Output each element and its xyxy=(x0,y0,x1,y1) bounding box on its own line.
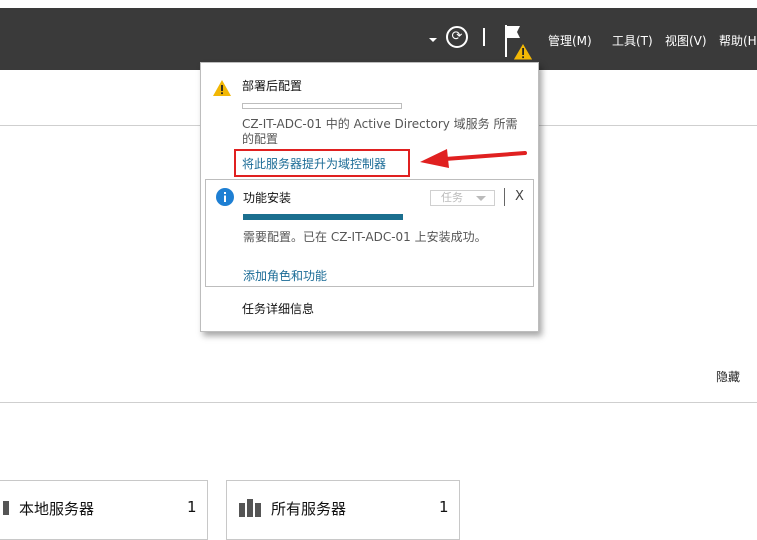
add-roles-link[interactable]: 添加角色和功能 xyxy=(243,267,327,284)
task-dropdown-label: 任务 xyxy=(441,191,463,204)
chevron-down-icon xyxy=(476,196,486,201)
dropdown-arrow-icon[interactable] xyxy=(429,38,437,42)
promote-dc-link[interactable]: 将此服务器提升为域控制器 xyxy=(242,155,386,172)
server-manager-header: ⟳ 管理(M) 工具(T) 视图(V) 帮助(H xyxy=(0,8,757,70)
card-count: 1 xyxy=(439,498,449,516)
refresh-icon[interactable]: ⟳ xyxy=(446,26,468,48)
menu-tools[interactable]: 工具(T) xyxy=(612,32,653,49)
progress-fill xyxy=(243,214,403,220)
all-servers-card[interactable]: 所有服务器 1 xyxy=(226,480,460,540)
card-title: 本地服务器 xyxy=(19,500,95,518)
toolbar-separator xyxy=(483,28,485,46)
post-deploy-title: 部署后配置 xyxy=(242,79,303,93)
close-icon[interactable]: X xyxy=(515,189,524,204)
menu-help[interactable]: 帮助(H xyxy=(719,32,757,49)
servers-icon xyxy=(239,499,261,517)
feature-install-task: 功能安装 任务 X 需要配置。已在 CZ-IT-ADC-01 上安装成功。 添加… xyxy=(205,179,534,287)
feature-install-message: 需要配置。已在 CZ-IT-ADC-01 上安装成功。 xyxy=(243,230,487,244)
server-icon xyxy=(3,501,9,515)
feature-install-title: 功能安装 xyxy=(243,191,292,205)
notification-flag-icon[interactable] xyxy=(502,23,536,63)
annotation-arrow xyxy=(420,149,527,168)
warning-icon xyxy=(213,80,231,96)
feature-install-progress xyxy=(243,214,403,220)
separator xyxy=(504,188,505,206)
notifications-panel: 部署后配置 CZ-IT-ADC-01 中的 Active Directory 域… xyxy=(200,62,539,332)
info-icon xyxy=(216,188,234,206)
local-server-card[interactable]: 本地服务器 1 xyxy=(0,480,208,540)
card-title: 所有服务器 xyxy=(271,500,347,518)
top-gap xyxy=(0,0,757,8)
menu-view[interactable]: 视图(V) xyxy=(665,32,707,49)
menu-manage[interactable]: 管理(M) xyxy=(548,32,592,49)
task-details-link[interactable]: 任务详细信息 xyxy=(242,300,314,317)
divider xyxy=(0,402,757,403)
post-deploy-progress xyxy=(242,103,402,109)
task-dropdown[interactable]: 任务 xyxy=(430,190,495,206)
hide-link[interactable]: 隐藏 xyxy=(716,368,740,385)
card-count: 1 xyxy=(187,498,197,516)
